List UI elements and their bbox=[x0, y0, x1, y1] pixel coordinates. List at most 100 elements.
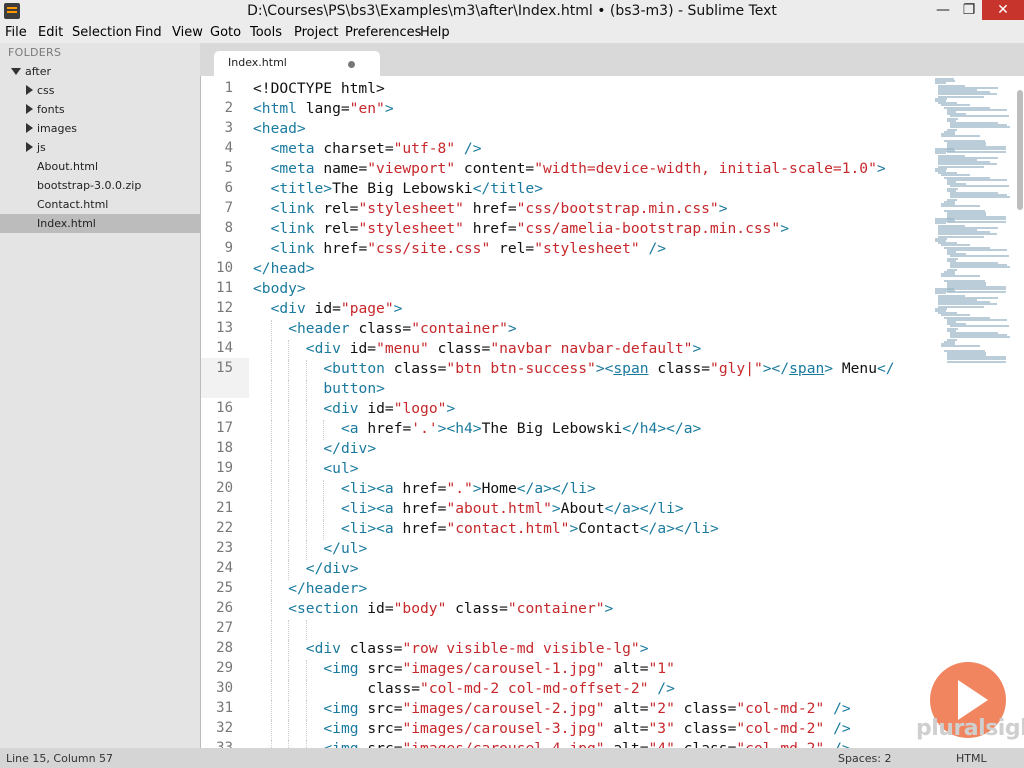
indent-guide bbox=[288, 360, 290, 380]
code-line[interactable]: <img src="images/carousel-4.jpg" alt="4"… bbox=[323, 740, 850, 748]
code-line[interactable]: class="col-md-2 col-md-offset-2" /> bbox=[323, 680, 675, 697]
menu-view[interactable]: View bbox=[172, 25, 203, 40]
indentation-setting[interactable]: Spaces: 2 bbox=[838, 752, 891, 765]
tree-item-js[interactable]: js bbox=[0, 138, 200, 157]
menu-selection[interactable]: Selection bbox=[72, 25, 132, 40]
code-line[interactable]: </header> bbox=[288, 580, 367, 597]
tree-item-images[interactable]: images bbox=[0, 119, 200, 138]
line-number: 32 bbox=[216, 720, 233, 736]
indent-guide bbox=[288, 620, 290, 640]
minimap-line bbox=[950, 325, 1009, 328]
tab-bar: Index.html bbox=[200, 43, 1024, 76]
indent-guide bbox=[270, 600, 272, 620]
vertical-scrollbar[interactable] bbox=[1017, 90, 1023, 210]
tree-item-after[interactable]: after bbox=[0, 62, 200, 81]
line-number: 8 bbox=[224, 220, 233, 236]
code-line[interactable]: <div id="page"> bbox=[271, 300, 403, 317]
code-line[interactable]: <div id="logo"> bbox=[323, 400, 455, 417]
indent-guide bbox=[270, 480, 272, 500]
tree-item-contact-html[interactable]: Contact.html bbox=[0, 195, 200, 214]
unsaved-dot-icon[interactable] bbox=[348, 61, 355, 68]
close-button[interactable]: ✕ bbox=[982, 0, 1024, 20]
menu-tools[interactable]: Tools bbox=[250, 25, 282, 40]
code-line[interactable]: <img src="images/carousel-2.jpg" alt="2"… bbox=[323, 700, 850, 717]
menu-preferences[interactable]: Preferences bbox=[345, 25, 421, 40]
code-line[interactable]: <html lang="en"> bbox=[253, 100, 394, 117]
code-line[interactable]: <img src="images/carousel-3.jpg" alt="3"… bbox=[323, 720, 850, 737]
code-line[interactable]: </div> bbox=[306, 560, 359, 577]
code-line[interactable]: <meta name="viewport" content="width=dev… bbox=[271, 160, 886, 177]
indent-guide bbox=[270, 740, 272, 748]
code-line[interactable]: <body> bbox=[253, 280, 306, 297]
code-editor[interactable]: 1 2 3 4 5 6 7 8 9 10 11 12 13 14 15 16 17 18 19 20 21 22 23 24 2… bbox=[200, 76, 1024, 748]
tab-index-html[interactable]: Index.html bbox=[214, 51, 380, 76]
code-line[interactable]: </head> bbox=[253, 260, 315, 277]
minimap-line bbox=[947, 150, 1007, 153]
chevron-right-icon[interactable] bbox=[26, 142, 33, 152]
menu-project[interactable]: Project bbox=[294, 25, 338, 40]
sidebar: FOLDERS after css fonts images js About.html b… bbox=[0, 43, 200, 748]
code-line[interactable]: <li><a href="contact.html">Contact</a></… bbox=[341, 520, 719, 537]
code-line[interactable]: </div> bbox=[323, 440, 376, 457]
code-line[interactable]: <img src="images/carousel-1.jpg" alt="1" bbox=[323, 660, 674, 677]
code-line[interactable]: <meta charset="utf-8" /> bbox=[271, 140, 482, 157]
indent-guide bbox=[270, 460, 272, 480]
indent-guide bbox=[305, 660, 307, 680]
code-line[interactable]: <a href='.'><h4>The Big Lebowski</h4></a… bbox=[341, 420, 701, 437]
minimap-line bbox=[947, 220, 1007, 223]
tree-item-index-html[interactable]: Index.html bbox=[0, 214, 200, 233]
cursor-position: Line 15, Column 57 bbox=[6, 752, 114, 765]
code-line[interactable]: <header class="container"> bbox=[288, 320, 516, 337]
minimap-line bbox=[950, 185, 1009, 188]
indent-guide bbox=[305, 480, 307, 500]
pluralsight-watermark: pluralsight bbox=[916, 716, 1024, 741]
code-line[interactable]: <li><a href="about.html">About</a></li> bbox=[341, 500, 684, 517]
line-number: 15 bbox=[216, 360, 233, 376]
tree-item-bootstrap-3-0-0-zip[interactable]: bootstrap-3.0.0.zip bbox=[0, 176, 200, 195]
code-line[interactable]: </ul> bbox=[323, 540, 367, 557]
code-line[interactable]: button> bbox=[323, 380, 385, 397]
tree-item-fonts[interactable]: fonts bbox=[0, 100, 200, 119]
menu-file[interactable]: File bbox=[5, 25, 27, 40]
chevron-right-icon[interactable] bbox=[26, 85, 33, 95]
menu-find[interactable]: Find bbox=[135, 25, 162, 40]
indent-guide bbox=[270, 340, 272, 360]
code-line[interactable]: <div id="menu" class="navbar navbar-defa… bbox=[306, 340, 701, 357]
chevron-right-icon[interactable] bbox=[26, 104, 33, 114]
code-line[interactable]: <div class="row visible-md visible-lg"> bbox=[306, 640, 649, 657]
chevron-right-icon[interactable] bbox=[26, 123, 33, 133]
tree-item-about-html[interactable]: About.html bbox=[0, 157, 200, 176]
code-line[interactable]: <link rel="stylesheet" href="css/bootstr… bbox=[271, 200, 728, 217]
indent-guide bbox=[270, 620, 272, 640]
code-line[interactable]: <head> bbox=[253, 120, 306, 137]
minimap-line bbox=[947, 108, 1007, 111]
code-line[interactable]: <ul> bbox=[323, 460, 358, 477]
indent-guide bbox=[270, 320, 272, 340]
minimap[interactable] bbox=[935, 78, 1010, 363]
syntax-setting[interactable]: HTML bbox=[956, 752, 987, 765]
tree-item-css[interactable]: css bbox=[0, 81, 200, 100]
chevron-down-icon[interactable] bbox=[11, 68, 21, 75]
menu-edit[interactable]: Edit bbox=[38, 25, 63, 40]
indent-guide bbox=[288, 520, 290, 540]
code-line[interactable]: <!DOCTYPE html> bbox=[253, 80, 385, 97]
code-line[interactable]: <button class="btn btn-success"><span cl… bbox=[323, 360, 894, 377]
maximize-button[interactable]: ❐ bbox=[956, 0, 982, 20]
indent-guide bbox=[288, 340, 290, 360]
code-line[interactable]: <section id="body" class="container"> bbox=[288, 600, 613, 617]
tree-item-label: About.html bbox=[37, 160, 99, 173]
menu-goto[interactable]: Goto bbox=[210, 25, 241, 40]
minimize-button[interactable]: — bbox=[930, 0, 956, 20]
minimap-line bbox=[950, 115, 1009, 118]
code-line[interactable]: <link href="css/site.css" rel="styleshee… bbox=[271, 240, 666, 257]
minimap-line bbox=[947, 360, 1007, 363]
menu-help[interactable]: Help bbox=[420, 25, 450, 40]
code-line[interactable]: <link rel="stylesheet" href="css/amelia-… bbox=[271, 220, 789, 237]
code-line[interactable]: <title>The Big Lebowski</title> bbox=[271, 180, 543, 197]
indent-guide bbox=[288, 720, 290, 740]
folders-heading: FOLDERS bbox=[8, 46, 62, 59]
line-number: 4 bbox=[224, 140, 233, 156]
code-line[interactable]: <li><a href=".">Home</a></li> bbox=[341, 480, 596, 497]
line-number: 17 bbox=[216, 420, 233, 436]
indent-guide bbox=[305, 620, 307, 640]
